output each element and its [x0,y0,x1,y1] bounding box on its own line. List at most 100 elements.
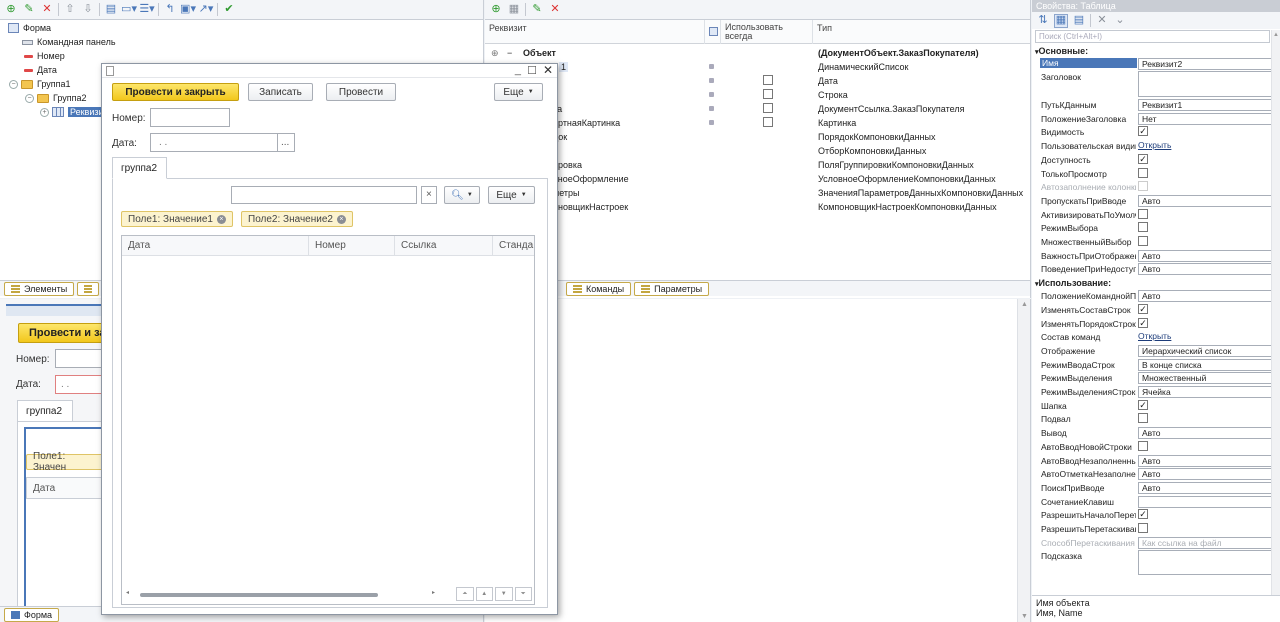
filter-chip-2[interactable]: Поле2: Значение2 × [241,211,353,227]
add-icon[interactable]: ⊕ [4,3,18,17]
tab-parameters[interactable]: Параметры [634,281,710,296]
tab-group2[interactable]: группа2 [112,157,167,179]
add-attribute-icon[interactable]: ⊕ [489,3,503,17]
preview-tab-group2[interactable]: группа2 [17,400,73,422]
col-link[interactable]: Ссылка [395,236,493,256]
undo-icon[interactable]: ↰ [163,3,177,17]
preview-number-field[interactable] [55,349,105,368]
attribute-row[interactable]: оновщикНастроек КомпоновщикНастроекКомпон… [485,200,1030,214]
minimize-icon[interactable]: _ [515,64,521,76]
collapse-icon[interactable]: − [9,79,18,89]
property-value-field[interactable]: Реквизит2 [1138,58,1280,70]
property-value-field[interactable]: В конце списка▼ [1138,358,1280,371]
delete-icon[interactable]: ✕ [548,3,562,17]
col-number[interactable]: Номер [309,236,395,256]
date-picker-button[interactable]: ... [277,133,295,152]
expand-icon[interactable]: + [40,107,49,117]
tree-item-date[interactable]: Дата [24,63,57,77]
use-always-checkbox[interactable] [763,89,773,99]
preview-post-close-button[interactable]: Провести и за [18,323,108,343]
attribute-row[interactable]: ⊕ − Объект (ДокументОбъект.ЗаказПокупателя) [485,46,1030,60]
scroll-right-icon[interactable]: ▸ [432,589,435,596]
resize-icon[interactable]: ↗▾ [199,3,214,17]
col-date[interactable]: Дата [122,236,309,256]
attribute-row[interactable]: рСтрока [485,88,1030,102]
property-multiline-field[interactable] [1138,550,1280,576]
scroll-up-icon[interactable]: ▲ [1021,301,1028,308]
collapse-icon[interactable]: − [25,93,34,103]
property-multiline-field[interactable] [1138,71,1280,97]
attribute-row[interactable]: метры ЗначенияПараметровДанныхКомпоновкиД… [485,186,1030,200]
show-all-icon[interactable]: ▤ [1072,14,1086,28]
tree-item-form[interactable]: Форма [8,21,51,35]
remove-icon[interactable]: × [336,214,346,224]
properties-section[interactable]: ▾Основные: [1032,44,1280,57]
property-value-field[interactable]: Множественный▼ [1138,372,1280,385]
property-value-field[interactable]: Ячейка▼ [1138,386,1280,398]
attribute-row[interactable]: Дата [485,74,1030,88]
list-dropdown-icon[interactable]: ☰▾ [139,3,154,17]
attribute-row[interactable]: артнаяКартинка Картинка [485,116,1030,130]
move-down-icon[interactable]: ⇩ [81,3,95,17]
edit-icon[interactable]: ✎ [22,3,36,17]
property-checkbox[interactable] [1138,440,1148,451]
property-checkbox[interactable] [1138,208,1148,219]
attribute-row[interactable]: ировка ПоляГруппировкиКомпоновкиДанных [485,158,1030,172]
property-value-field[interactable]: Реквизит1 [1138,99,1280,111]
use-always-checkbox[interactable] [763,117,773,127]
tree-item-command-panel[interactable]: Командная панель [22,35,116,49]
search-button[interactable]: 🔍︎ ▼ [444,186,480,204]
move-up-icon[interactable]: ⇧ [63,3,77,17]
sort-icon[interactable]: ⇅ [1036,14,1050,28]
property-checkbox[interactable]: ✓ [1138,317,1148,328]
property-value-field[interactable]: Авто▼ [1138,481,1280,494]
property-checkbox[interactable] [1138,236,1148,246]
scroll-thumb[interactable] [140,593,378,597]
property-checkbox[interactable]: ✓ [1138,399,1148,410]
copy-icon[interactable]: ▦ [507,3,521,17]
prev-page-icon[interactable]: ▲ [475,587,493,601]
scroll-left-icon[interactable]: ◂ [126,589,129,596]
tab-hidden[interactable] [77,281,100,296]
scroll-up-icon[interactable]: ▲ [1273,32,1279,38]
tree-item-group1[interactable]: − Группа1 [9,77,71,91]
property-checkbox[interactable]: ✓ [1138,303,1148,314]
property-value-field[interactable]: Как ссылка на файл▼ [1138,536,1280,549]
attribute-row[interactable]: 1 ДинамическийСписок [485,60,1030,74]
horizontal-scrollbar[interactable]: ◂ ▸ [126,589,444,599]
edit-icon[interactable]: ✎ [530,3,544,17]
property-value-field[interactable]: Авто▼ [1138,249,1280,262]
property-checkbox[interactable]: ✓ [1138,153,1148,164]
property-checkbox[interactable]: ✓ [1138,126,1148,137]
property-checkbox[interactable]: ✓ [1138,509,1148,520]
scroll-down-icon[interactable]: ▼ [1021,613,1028,620]
use-always-checkbox[interactable] [763,103,773,113]
more-button[interactable]: Еще ▼ [494,83,543,101]
property-link[interactable]: Открыть [1138,331,1270,343]
monitor-dropdown-icon[interactable]: ▭▾ [121,3,137,17]
property-value-field[interactable]: Авто▼ [1138,290,1280,303]
tree-item-attribute[interactable]: + Реквизит [40,105,110,119]
post-close-button[interactable]: Провести и закрыть [112,83,239,101]
tree-item-number[interactable]: Номер [24,49,65,63]
check-icon[interactable]: ✔ [222,3,236,17]
date-field[interactable]: . . [150,133,278,152]
clear-search-button[interactable]: × [421,186,437,204]
property-value-field[interactable]: ✕ [1138,495,1280,508]
tree-item-group2[interactable]: − Группа2 [25,91,87,105]
form-icon[interactable]: ▤ [104,3,118,17]
properties-section[interactable]: ▾Использование: [1032,276,1280,289]
save-button[interactable]: Записать [248,83,313,101]
number-field[interactable] [150,108,230,127]
chevron-down-icon[interactable]: ⌄ [1113,14,1127,28]
search-more-button[interactable]: Еще ▼ [488,186,535,204]
module-scrollbar[interactable]: ▲ ▼ [1017,299,1030,622]
next-page-icon[interactable]: ▼ [495,587,513,601]
attribute-row[interactable]: каДокументСсылка.ЗаказПокупателя [485,102,1030,116]
property-checkbox[interactable] [1138,523,1148,533]
property-link[interactable]: Открыть [1138,140,1270,152]
property-value-field[interactable]: Иерархический список▼ [1138,344,1280,357]
preview-chip[interactable]: Поле1: Значен [26,451,106,473]
expand-icon[interactable]: ⊕ [491,48,499,59]
attribute-row[interactable]: рОтборКомпоновкиДанных [485,144,1030,158]
